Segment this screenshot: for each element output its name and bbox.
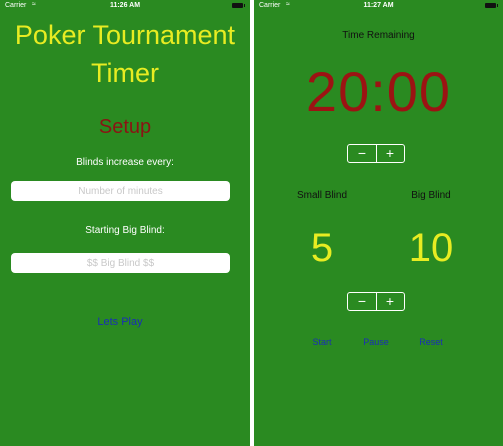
plus-icon[interactable]: + bbox=[376, 145, 404, 162]
starting-big-blind-label: Starting Big Blind: bbox=[85, 225, 165, 236]
plus-icon[interactable]: + bbox=[376, 293, 404, 310]
blind-stepper: − + bbox=[347, 292, 405, 311]
minus-icon[interactable]: − bbox=[348, 145, 376, 162]
time-remaining-label: Time Remaining bbox=[342, 30, 415, 41]
pause-button[interactable]: Pause bbox=[356, 337, 396, 347]
reset-button[interactable]: Reset bbox=[411, 337, 451, 347]
blinds-increase-label: Blinds increase every: bbox=[76, 157, 174, 168]
countdown-timer: 20:00 bbox=[305, 60, 452, 123]
app-title-line1: Poker Tournament bbox=[14, 20, 236, 50]
start-button[interactable]: Start bbox=[302, 337, 342, 347]
minutes-input[interactable] bbox=[11, 181, 230, 201]
time-stepper: − + bbox=[347, 144, 405, 163]
status-time: 11:26 AM bbox=[109, 2, 141, 9]
big-blind-label: Big Blind bbox=[411, 190, 451, 201]
app-title-line2: Timer bbox=[91, 58, 159, 88]
setup-heading: Setup bbox=[98, 116, 152, 138]
status-time: 11:27 AM bbox=[363, 2, 394, 9]
big-blind-value: 10 bbox=[408, 226, 454, 270]
status-bar: Carrier ≈ 11:27 AM bbox=[254, 0, 503, 12]
lets-play-button[interactable]: Lets Play bbox=[80, 316, 160, 328]
battery-icon bbox=[232, 3, 245, 8]
setup-screen: Carrier ≈ 11:26 AM Poker Tournament Time… bbox=[0, 0, 250, 446]
minus-icon[interactable]: − bbox=[348, 293, 376, 310]
status-bar: Carrier ≈ 11:26 AM bbox=[0, 0, 250, 12]
big-blind-input[interactable] bbox=[11, 253, 230, 273]
battery-icon bbox=[485, 3, 498, 8]
timer-screen: Carrier ≈ 11:27 AM Time Remaining 20:00 … bbox=[254, 0, 503, 446]
small-blind-value: 5 bbox=[310, 226, 334, 270]
small-blind-label: Small Blind bbox=[296, 190, 348, 201]
